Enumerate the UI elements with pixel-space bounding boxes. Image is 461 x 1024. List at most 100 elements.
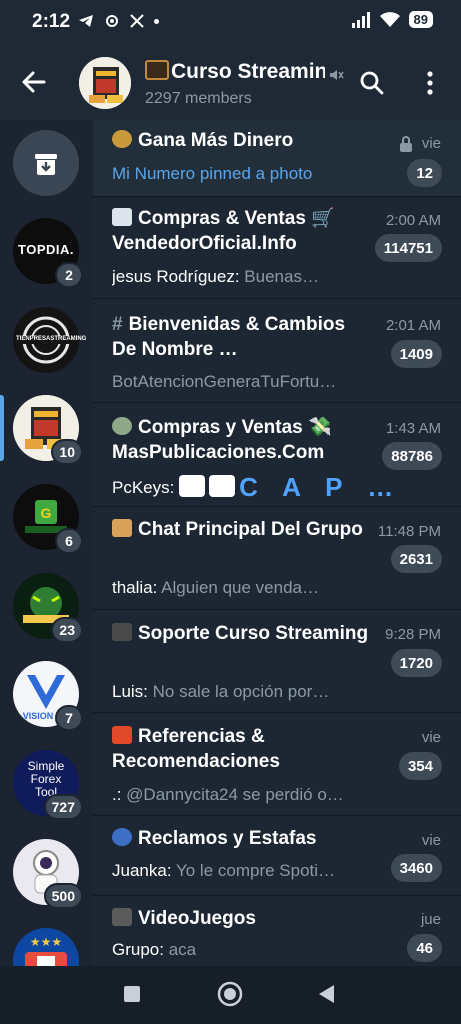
active-indicator — [0, 395, 4, 461]
topic-last-message: Juanka: Yo le compre Spoti… — [112, 861, 382, 881]
topic-time: 11:48 PM — [377, 523, 441, 540]
recents-icon[interactable] — [121, 983, 143, 1005]
topic-title: # Bienvenidas & Cambios De Nombre … — [112, 312, 372, 362]
sidebar-item-forex[interactable]: 23 — [13, 573, 83, 643]
archive-icon — [35, 154, 57, 175]
topic-time: vie — [421, 832, 441, 849]
topic-time: 9:28 PM — [385, 626, 441, 643]
system-nav-bar — [0, 966, 461, 1024]
stars-logo: ★★★ — [25, 935, 67, 966]
more-options-icon[interactable] — [420, 70, 440, 96]
money-bag-icon — [112, 130, 132, 148]
sidebar-item-tienpresastreaming[interactable]: TIENPRESASTREAMING — [13, 307, 87, 373]
topic-last-message: Luis: No sale la opción por… — [112, 682, 382, 702]
n1-icon — [112, 726, 132, 744]
topic-title-text: VideoJuegos — [138, 908, 256, 929]
unread-badge: 2 — [55, 262, 83, 288]
topic-row[interactable]: Chat Principal Del Grupo 11:48 PM 2631 t… — [93, 508, 461, 610]
topic-row[interactable]: Reclamos y Estafas vie 3460 Juanka: Yo l… — [93, 817, 461, 896]
topic-title: Soporte Curso Streaming — [112, 621, 372, 646]
unread-count-badge: 1720 — [390, 649, 442, 677]
topic-row[interactable]: # Bienvenidas & Cambios De Nombre … 2:01 … — [93, 300, 461, 403]
unread-badge: 727 — [43, 794, 83, 820]
tv-icon — [145, 60, 169, 80]
topic-row[interactable]: Gana Más Dinero vie Mi Numero pinned a p… — [93, 120, 461, 197]
signal-icon — [351, 11, 370, 28]
status-system-icons: 89 — [351, 11, 433, 28]
topic-time: 1:43 AM — [385, 420, 441, 437]
group-title-text: Curso Streamin — [171, 60, 325, 83]
unread-count-badge: 2631 — [390, 545, 442, 573]
topic-title-text: Compras y Ventas 💸 MasPublicaciones.Com — [112, 417, 332, 463]
message-sender: PcKeys: — [112, 478, 180, 497]
topic-title: Chat Principal Del Grupo — [112, 517, 372, 542]
unread-badge: 6 — [55, 528, 83, 554]
sidebar-item-stars[interactable]: ★★★ — [13, 928, 79, 966]
unread-count-badge: 114751 — [374, 234, 442, 262]
topic-title: Reclamos y Estafas — [112, 826, 372, 851]
topic-title: Gana Más Dinero — [112, 128, 372, 153]
topic-row[interactable]: Compras y Ventas 💸 MasPublicaciones.Com … — [93, 404, 461, 507]
sidebar-item-generador[interactable]: G 6 — [13, 484, 83, 554]
topics-sidebar: TOPDIA. 2 TIENPRESASTREAMING 10 G 6 23 V… — [0, 120, 93, 966]
back-icon[interactable] — [316, 983, 338, 1005]
unread-count-badge: 1409 — [390, 340, 442, 368]
message-text: No sale la opción por… — [152, 682, 330, 701]
topic-row[interactable]: Referencias & Recomendaciones vie 354 .:… — [93, 714, 461, 816]
topic-time: 2:00 AM — [385, 212, 441, 229]
topic-title: Compras y Ventas 💸 MasPublicaciones.Com — [112, 415, 372, 465]
message-sender: jesus Rodríguez: — [112, 267, 245, 286]
telegram-icon — [79, 15, 93, 27]
message-text: Buenas… — [244, 267, 319, 286]
topic-title-text: Compras & Ventas 🛒 VendedorOficial.Info — [112, 208, 335, 254]
topic-title-text: Soporte Curso Streaming — [138, 623, 369, 644]
topic-time: vie — [421, 135, 441, 152]
topic-time: vie — [421, 729, 441, 746]
grid-icon — [130, 14, 144, 28]
sidebar-item-curso-streaming[interactable]: 10 — [13, 395, 83, 465]
archive-button[interactable] — [13, 130, 79, 196]
home-icon[interactable] — [216, 980, 244, 1008]
topic-title: Compras & Ventas 🛒 VendedorOficial.Info — [112, 206, 372, 256]
tienpresa-logo-text: TIENPRESASTREAMING — [16, 336, 87, 342]
sidebar-item-simple-forex[interactable]: Simple Forex Tool 727 — [13, 750, 83, 820]
message-text: C A P … — [239, 472, 403, 502]
unread-count-badge: 88786 — [382, 442, 442, 470]
topic-last-message: .: @Dannycita24 se perdió o… — [112, 785, 382, 805]
topic-title: Referencias & Recomendaciones — [112, 724, 372, 774]
topic-time: 2:01 AM — [385, 317, 441, 334]
topdia-logo: TOPDIA. — [18, 242, 74, 257]
unread-count-badge: 354 — [398, 752, 442, 780]
graduation-cap-icon — [112, 623, 132, 641]
capcut-icon — [179, 475, 206, 497]
topic-row[interactable]: Soporte Curso Streaming 9:28 PM 1720 Lui… — [93, 611, 461, 713]
topic-last-message: jesus Rodríguez: Buenas… — [112, 267, 382, 287]
topic-title-text: Chat Principal Del Grupo — [138, 519, 363, 540]
topic-row[interactable]: VideoJuegos jue 46 Grupo: aca — [93, 897, 461, 966]
house-icon — [112, 519, 132, 537]
back-arrow-icon[interactable] — [18, 66, 50, 98]
settings-icon — [106, 15, 118, 27]
sidebar-item-astronaut[interactable]: 500 — [13, 839, 83, 909]
group-avatar[interactable] — [79, 57, 131, 109]
battery-indicator: 89 — [408, 11, 433, 28]
topic-row[interactable]: Compras & Ventas 🛒 VendedorOficial.Info … — [93, 198, 461, 299]
topic-title: VideoJuegos — [112, 906, 372, 931]
topics-list: Gana Más Dinero vie Mi Numero pinned a p… — [93, 120, 461, 966]
unread-count-badge: 12 — [407, 159, 442, 187]
search-icon[interactable] — [359, 70, 385, 96]
capcut-icon — [209, 475, 236, 497]
sidebar-item-topdia[interactable]: TOPDIA. 2 — [13, 218, 83, 288]
svg-text:G: G — [41, 505, 52, 521]
lock-icon — [400, 136, 412, 152]
mute-icon — [330, 70, 344, 80]
card-icon — [112, 208, 132, 226]
topic-last-message: BotAtencionGeneraTuFortu… — [112, 372, 337, 391]
unread-badge: 7 — [55, 705, 83, 731]
group-title[interactable]: Curso Streamin — [145, 60, 325, 84]
topic-title-text: Reclamos y Estafas — [138, 828, 317, 849]
message-text: Alguien que venda… — [161, 578, 319, 597]
group-avatar-image — [79, 57, 131, 109]
unread-count-badge: 3460 — [390, 854, 442, 882]
sidebar-item-vision-digital[interactable]: VISION 7 — [13, 661, 83, 731]
